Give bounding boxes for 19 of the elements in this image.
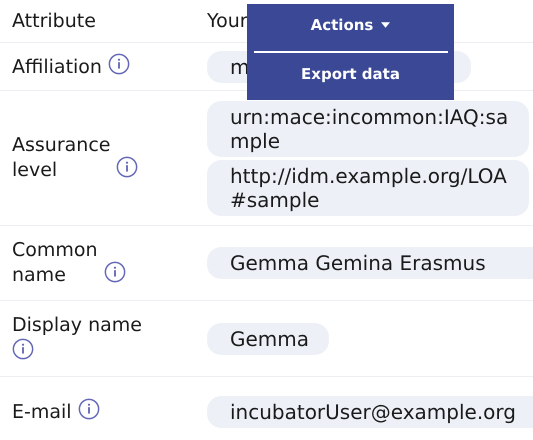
- attribute-value: Gemma Gemina Erasmus: [207, 247, 533, 279]
- attribute-label: Common name: [12, 238, 98, 288]
- actions-button[interactable]: Actions: [310, 13, 390, 37]
- info-icon[interactable]: [104, 261, 126, 283]
- info-icon[interactable]: [116, 156, 138, 178]
- attribute-label: E-mail: [12, 401, 72, 423]
- info-icon[interactable]: [108, 53, 130, 75]
- attribute-value: incubatorUser@example.org: [207, 396, 533, 428]
- attribute-value: http://idm.example.org/LOA#sample: [207, 160, 529, 216]
- attribute-label: Display name: [12, 314, 142, 336]
- attribute-value: urn:mace:incommon:IAQ:sample: [207, 100, 529, 156]
- info-icon[interactable]: [78, 398, 100, 420]
- column-header: Attribute: [11, 10, 97, 32]
- info-icon[interactable]: [12, 338, 34, 360]
- attribute-value: Gemma: [207, 322, 330, 354]
- attribute-label: Assurance level: [12, 133, 110, 183]
- attribute-label: Affiliation: [12, 56, 102, 78]
- column-header: Your: [207, 10, 248, 32]
- caret-icon: [381, 22, 390, 28]
